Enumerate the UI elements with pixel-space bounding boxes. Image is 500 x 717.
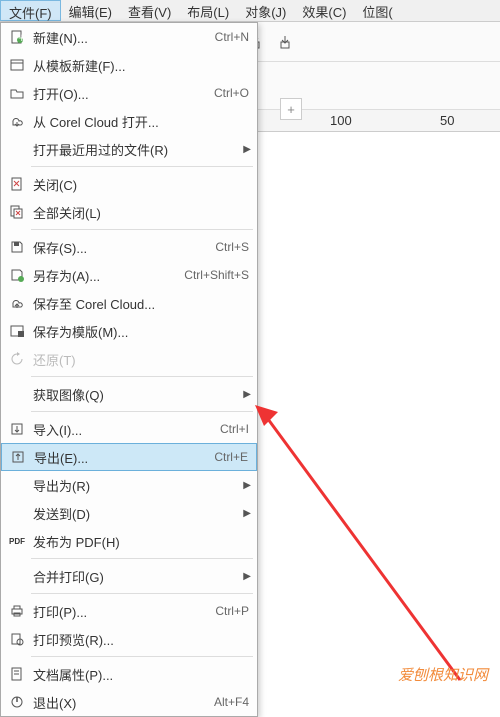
menu-effect[interactable]: 效果(C) xyxy=(294,0,354,21)
menu-item-export[interactable]: 导出(E)... Ctrl+E xyxy=(1,443,257,471)
shortcut: Ctrl+I xyxy=(220,422,249,436)
label: 打开(O)... xyxy=(29,84,214,103)
label: 导出(E)... xyxy=(30,448,214,467)
cloud-down-icon xyxy=(5,111,29,131)
menu-layout[interactable]: 布局(L) xyxy=(179,0,237,21)
new-icon: + xyxy=(5,27,29,47)
menu-item-export-as[interactable]: 导出为(R) ▶ xyxy=(1,471,257,499)
label: 全部关闭(L) xyxy=(29,203,249,222)
menu-item-open-cloud[interactable]: 从 Corel Cloud 打开... xyxy=(1,107,257,135)
menu-bitmap[interactable]: 位图( xyxy=(354,0,400,21)
menu-item-save-as[interactable]: 另存为(A)... Ctrl+Shift+S xyxy=(1,261,257,289)
ruler-tick: 50 xyxy=(440,113,454,128)
menu-view[interactable]: 查看(V) xyxy=(120,0,179,21)
shortcut: Ctrl+Shift+S xyxy=(184,268,249,282)
menu-item-revert: 还原(T) xyxy=(1,345,257,373)
shortcut: Ctrl+P xyxy=(215,604,249,618)
shortcut: Ctrl+S xyxy=(215,240,249,254)
save-as-icon xyxy=(5,265,29,285)
save-icon xyxy=(5,237,29,257)
label: 发送到(D) xyxy=(29,504,249,523)
cloud-up-icon xyxy=(5,293,29,313)
menu-item-new[interactable]: + 新建(N)... Ctrl+N xyxy=(1,23,257,51)
menubar: 文件(F) 编辑(E) 查看(V) 布局(L) 对象(J) 效果(C) 位图( xyxy=(0,0,500,22)
submenu-arrow-icon: ▶ xyxy=(243,508,251,519)
menu-item-exit[interactable]: 退出(X) Alt+F4 xyxy=(1,688,257,716)
label: 打印(P)... xyxy=(29,602,215,621)
menu-edit[interactable]: 编辑(E) xyxy=(61,0,120,21)
menu-item-new-template[interactable]: 从模板新建(F)... xyxy=(1,51,257,79)
shortcut: Alt+F4 xyxy=(214,695,249,709)
label: 打开最近用过的文件(R) xyxy=(29,140,249,159)
menu-item-publish-pdf[interactable]: PDF 发布为 PDF(H) xyxy=(1,527,257,555)
label: 关闭(C) xyxy=(29,175,249,194)
label: 保存至 Corel Cloud... xyxy=(29,294,249,313)
submenu-arrow-icon: ▶ xyxy=(243,144,251,155)
label: 另存为(A)... xyxy=(29,266,184,285)
menu-item-save[interactable]: 保存(S)... Ctrl+S xyxy=(1,233,257,261)
label: 从 Corel Cloud 打开... xyxy=(29,112,249,131)
label: 退出(X) xyxy=(29,693,214,712)
close-all-icon xyxy=(5,202,29,222)
menu-item-close-all[interactable]: 全部关闭(L) xyxy=(1,198,257,226)
menu-item-open[interactable]: 打开(O)... Ctrl+O xyxy=(1,79,257,107)
folder-icon xyxy=(5,83,29,103)
power-icon xyxy=(5,692,29,712)
close-doc-icon xyxy=(5,174,29,194)
revert-icon xyxy=(5,349,29,369)
menu-item-send-to[interactable]: 发送到(D) ▶ xyxy=(1,499,257,527)
import-icon xyxy=(5,419,29,439)
menu-item-doc-properties[interactable]: 文档属性(P)... xyxy=(1,660,257,688)
label: 获取图像(Q) xyxy=(29,385,249,404)
label: 文档属性(P)... xyxy=(29,665,249,684)
menu-item-acquire[interactable]: 获取图像(Q) ▶ xyxy=(1,380,257,408)
submenu-arrow-icon: ▶ xyxy=(243,571,251,582)
menu-item-print[interactable]: 打印(P)... Ctrl+P xyxy=(1,597,257,625)
label: 发布为 PDF(H) xyxy=(29,532,249,551)
menu-item-import[interactable]: 导入(I)... Ctrl+I xyxy=(1,415,257,443)
export-icon xyxy=(6,447,30,467)
label: 打印预览(R)... xyxy=(29,630,249,649)
label: 导入(I)... xyxy=(29,420,220,439)
add-page-icon[interactable]: + xyxy=(280,98,302,120)
print-preview-icon xyxy=(5,629,29,649)
menu-item-close[interactable]: 关闭(C) xyxy=(1,170,257,198)
watermark: 爱刨根知识网 xyxy=(398,664,488,685)
label: 从模板新建(F)... xyxy=(29,56,249,75)
menu-item-merge-print[interactable]: 合并打印(G) ▶ xyxy=(1,562,257,590)
print-icon xyxy=(5,601,29,621)
svg-text:+: + xyxy=(18,30,25,45)
menu-object[interactable]: 对象(J) xyxy=(237,0,294,21)
submenu-arrow-icon: ▶ xyxy=(243,480,251,491)
menu-file[interactable]: 文件(F) xyxy=(0,0,61,21)
menu-item-save-cloud[interactable]: 保存至 Corel Cloud... xyxy=(1,289,257,317)
file-menu: + 新建(N)... Ctrl+N 从模板新建(F)... 打开(O)... C… xyxy=(0,22,258,717)
shortcut: Ctrl+O xyxy=(214,86,249,100)
shortcut: Ctrl+N xyxy=(215,30,249,44)
properties-icon xyxy=(5,664,29,684)
label: 合并打印(G) xyxy=(29,567,249,586)
menu-item-print-preview[interactable]: 打印预览(R)... xyxy=(1,625,257,653)
label: 导出为(R) xyxy=(29,476,249,495)
label: 还原(T) xyxy=(29,350,249,369)
import-icon[interactable] xyxy=(271,28,299,56)
submenu-arrow-icon: ▶ xyxy=(243,389,251,400)
label: 保存为模版(M)... xyxy=(29,322,249,341)
label: 保存(S)... xyxy=(29,238,215,257)
label: 新建(N)... xyxy=(29,28,215,47)
template-icon xyxy=(5,55,29,75)
ruler-tick: 100 xyxy=(330,113,352,128)
save-template-icon xyxy=(5,321,29,341)
menu-item-recent[interactable]: 打开最近用过的文件(R) ▶ xyxy=(1,135,257,163)
menu-item-save-template[interactable]: 保存为模版(M)... xyxy=(1,317,257,345)
shortcut: Ctrl+E xyxy=(214,450,248,464)
pdf-icon: PDF xyxy=(5,531,29,551)
